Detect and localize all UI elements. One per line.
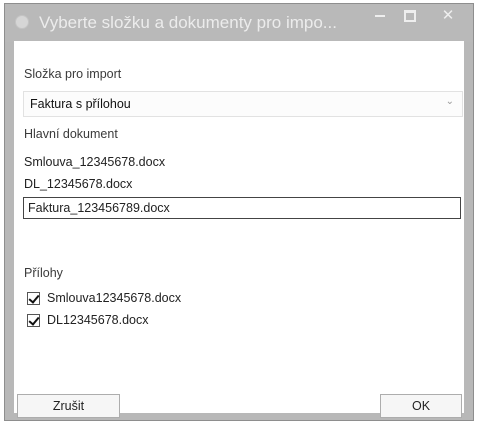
minimize-icon — [375, 15, 385, 18]
check-icon — [28, 314, 40, 326]
attachment-label: DL12345678.docx — [47, 313, 149, 327]
main-document-item[interactable]: DL_12345678.docx — [24, 177, 132, 191]
folder-label: Složka pro import — [24, 67, 122, 81]
attachments-label: Přílohy — [24, 266, 63, 280]
import-dialog: Vyberte složku a dokumenty pro impo... ✕… — [4, 3, 474, 421]
attachment-checkbox[interactable] — [27, 314, 40, 327]
attachment-label: Smlouva12345678.docx — [47, 291, 182, 305]
title-bar[interactable]: Vyberte složku a dokumenty pro impo... ✕ — [5, 4, 473, 42]
app-icon — [15, 15, 29, 29]
maximize-icon — [404, 10, 416, 23]
check-icon — [28, 292, 40, 304]
window-title: Vyberte složku a dokumenty pro impo... — [39, 13, 337, 32]
main-document-item-selected[interactable]: Faktura_123456789.docx — [23, 197, 461, 219]
folder-select[interactable]: Faktura s přílohou ⌄ — [23, 91, 463, 117]
main-document-label: Hlavní dokument — [24, 127, 118, 141]
ok-button[interactable]: OK — [380, 394, 462, 418]
main-document-item[interactable]: Smlouva_12345678.docx — [24, 155, 165, 169]
close-icon: ✕ — [441, 7, 455, 24]
chevron-down-icon: ⌄ — [445, 96, 454, 107]
close-button[interactable]: ✕ — [425, 4, 471, 28]
maximize-button[interactable] — [395, 4, 425, 28]
attachment-checkbox[interactable] — [27, 292, 40, 305]
folder-select-value: Faktura s přílohou — [30, 97, 131, 111]
dialog-content: Složka pro import Faktura s přílohou ⌄ H… — [14, 41, 464, 418]
minimize-button[interactable] — [365, 4, 395, 28]
cancel-button[interactable]: Zrušit — [17, 394, 120, 418]
